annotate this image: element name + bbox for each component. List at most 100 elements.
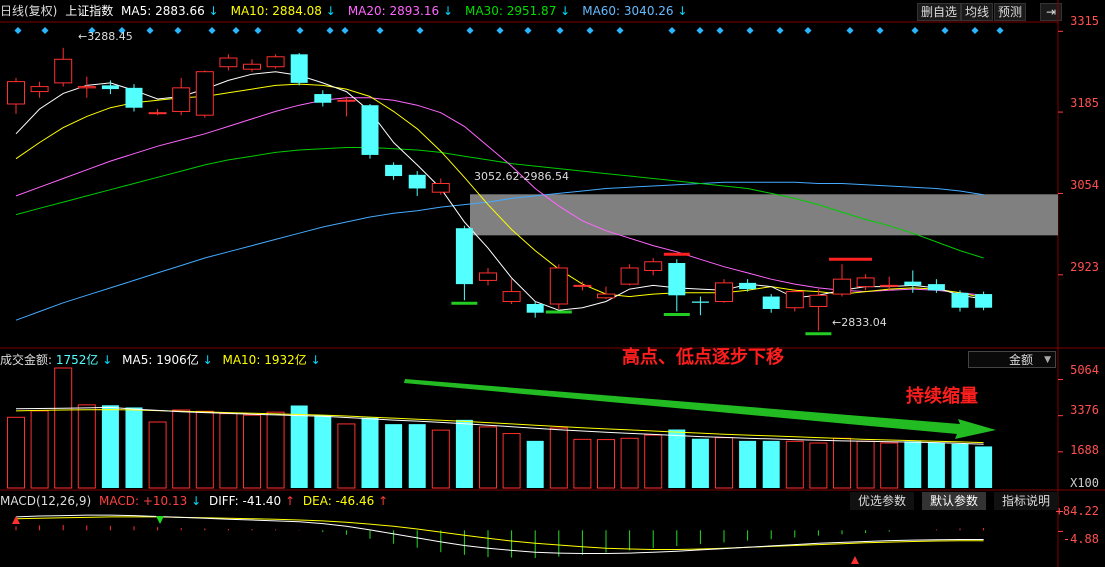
candle-up: [172, 87, 191, 112]
candle-up: [431, 183, 450, 193]
box-range-label: 3052.62-2986.54: [474, 170, 569, 183]
candle-up: [337, 99, 356, 102]
marker-diamond: [746, 26, 754, 35]
volume-bar-up: [620, 437, 639, 489]
candle-up: [479, 272, 497, 281]
volume-bar-up: [644, 434, 663, 489]
price-axis-label: 2923: [1070, 260, 1099, 274]
volume-arrow: ↓: [102, 353, 113, 367]
candle-down: [904, 281, 922, 286]
candle-down: [951, 292, 969, 308]
volume-bar-down: [314, 415, 332, 488]
candle-down: [101, 85, 119, 90]
tab-indicator-help[interactable]: 指标说明: [994, 492, 1059, 510]
volume-bar-down: [385, 424, 403, 488]
volume-value: 1752亿: [55, 353, 99, 367]
marker-diamond: [911, 26, 919, 35]
volume-bar-up: [195, 410, 214, 489]
volume-ma10-value: 1932亿: [264, 353, 307, 367]
stock-chart-window: 日线(复权) 上证指数 MA5: 2883.66 ↓ MA10: 2884.08 …: [0, 0, 1105, 567]
volume-type-select[interactable]: 金额: [968, 351, 1056, 369]
marker-diamond: [496, 26, 504, 35]
volume-axis-label: 1688: [1070, 443, 1099, 457]
macd-buy-arrow: [851, 556, 859, 564]
volume-bar-down: [951, 443, 969, 488]
volume-bar-up: [243, 414, 261, 489]
volume-bar-down: [408, 424, 426, 488]
candle-up: [549, 267, 568, 305]
tab-default-params[interactable]: 默认参数: [922, 492, 987, 510]
marker-diamond: [174, 26, 182, 35]
tab-optimized-params[interactable]: 优选参数: [850, 492, 915, 510]
dea-line: [15, 516, 984, 550]
chart-canvas: [0, 0, 1105, 567]
diff-label: DIFF:: [208, 494, 239, 508]
marker-diamond: [776, 26, 784, 35]
marker-diamond: [254, 26, 262, 35]
macd-arrow: ↓: [191, 494, 202, 508]
ma10-line: [15, 83, 984, 299]
price-axis-label: 3054: [1070, 178, 1099, 192]
volume-axis-label: 5064: [1070, 363, 1099, 377]
candle-down: [668, 263, 686, 296]
marker-diamond: [326, 26, 334, 35]
macd-header: MACD(12,26,9) MACD: +10.13 ↓ DIFF: -41.4…: [0, 492, 388, 510]
volume-bar-up: [597, 439, 615, 489]
volume-bar-up: [431, 429, 450, 489]
candle-up: [77, 86, 96, 89]
marker-diamond: [376, 26, 384, 35]
marker-diamond: [804, 26, 812, 35]
marker-diamond: [232, 26, 240, 35]
candle-up: [809, 294, 828, 307]
volume-bar-up: [219, 413, 238, 489]
marker-diamond: [616, 26, 624, 35]
volume-bar-up: [54, 367, 73, 489]
candle-up: [644, 261, 663, 271]
volume-bar-down: [290, 405, 308, 488]
marker-diamond: [971, 26, 979, 35]
candle-up: [148, 112, 167, 115]
marker-diamond: [996, 26, 1004, 35]
ma5-line: [15, 71, 984, 311]
volume-bar-up: [148, 421, 167, 489]
marker-diamond: [296, 26, 304, 35]
resistance-box: [470, 194, 1058, 236]
candle-up: [30, 86, 49, 93]
candle-down: [314, 94, 332, 103]
candle-up: [597, 293, 615, 299]
candle-up: [266, 56, 285, 68]
candle-up: [880, 284, 899, 287]
volume-bar-down: [739, 440, 757, 488]
marker-diamond: [208, 26, 216, 35]
candle-down: [125, 87, 143, 108]
volume-label: 成交金额:: [0, 353, 53, 367]
dea-value: -46.46: [335, 494, 375, 508]
macd-value-label: MACD:: [98, 494, 139, 508]
marker-diamond: [146, 26, 154, 35]
candle-up: [620, 267, 639, 285]
low-price-label: ←2833.04: [832, 316, 887, 329]
marker-diamond: [416, 26, 424, 35]
volume-bar-up: [809, 442, 828, 489]
candle-up: [856, 277, 875, 288]
candle-down: [975, 294, 993, 308]
annotation-shrinking-volume: 持续缩量: [906, 386, 978, 407]
marker-diamond: [556, 26, 564, 35]
candle-up: [715, 282, 733, 303]
candle-down: [361, 105, 379, 155]
marker-diamond: [716, 26, 724, 35]
volume-bar-down: [526, 440, 544, 488]
marker-diamond: [941, 26, 949, 35]
diff-arrow: ↑: [285, 494, 296, 508]
candle-up: [785, 291, 804, 309]
annotation-lower-highs-lows: 高点、低点逐步下移: [622, 347, 784, 368]
marker-diamond: [696, 26, 704, 35]
volume-bar-down: [691, 438, 709, 488]
price-axis-label: 3315: [1070, 14, 1099, 28]
volume-arrow: ↓: [310, 353, 321, 367]
volume-bar-up: [833, 437, 851, 489]
volume-bar-down: [904, 441, 922, 488]
high-price-label: ←3288.45: [78, 30, 133, 43]
volume-bar-down: [927, 442, 945, 488]
candle-up: [7, 81, 25, 105]
